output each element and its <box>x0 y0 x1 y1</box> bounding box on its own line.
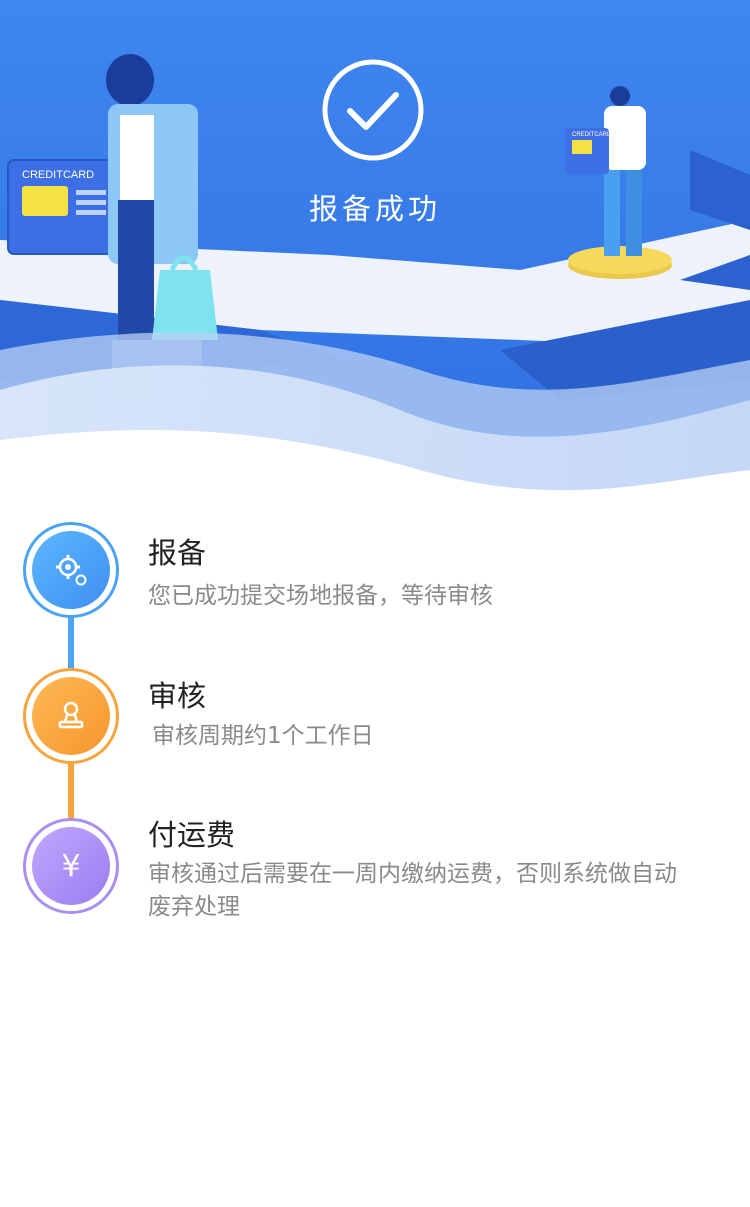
hero-banner: CREDITCARD CREDITCARD 报备成功 <box>0 0 750 510</box>
step-title: 审核 <box>148 679 207 713</box>
step-description: 您已成功提交场地报备，等待审核 <box>148 583 493 609</box>
success-title: 报备成功 <box>308 192 441 226</box>
card-left-label: CREDITCARD <box>22 169 94 181</box>
step-icon-disc <box>32 531 110 609</box>
step-title: 报备 <box>148 536 207 570</box>
step-icon-disc: ¥ <box>32 827 110 905</box>
card-labels: CREDITCARD CREDITCARD <box>22 132 612 181</box>
step-description: 审核通过后需要在一周内缴纳运费，否则系统做自动废弃处理 <box>148 861 677 920</box>
step-icon-ring <box>23 668 119 764</box>
yen-icon: ¥ <box>61 848 81 884</box>
card-right-label: CREDITCARD <box>572 132 612 138</box>
step-icon-ring <box>23 522 119 618</box>
connector-line <box>68 616 74 674</box>
step-icon-disc <box>32 677 110 755</box>
step-icon-ring: ¥ <box>23 818 119 914</box>
step-title: 付运费 <box>148 818 236 852</box>
connector-line <box>68 762 74 820</box>
gears-icon <box>56 555 87 586</box>
step-description: 审核周期约1个工作日 <box>152 723 374 749</box>
stamp-icon <box>58 701 84 729</box>
